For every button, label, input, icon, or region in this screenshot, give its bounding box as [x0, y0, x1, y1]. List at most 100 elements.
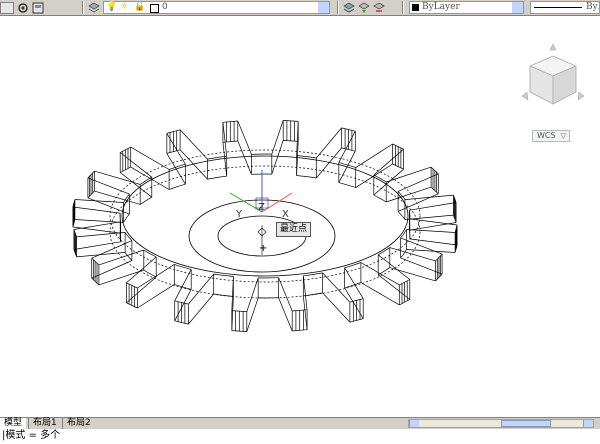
gear-edge — [397, 173, 439, 192]
gear-edge — [166, 133, 186, 165]
gear-edge — [409, 222, 457, 231]
layer-controls-group — [88, 0, 100, 15]
svg-text:+: + — [259, 243, 267, 254]
chevron-down-icon: ▽ — [560, 132, 566, 140]
gear-edge — [126, 254, 133, 261]
gear-edge — [355, 143, 393, 168]
tab-layout2[interactable]: 布局2 — [62, 418, 95, 429]
ucs-dropdown[interactable]: WCS ▽ — [532, 130, 570, 142]
gear-edge — [409, 218, 458, 226]
tab-model[interactable]: 模型 — [0, 418, 27, 429]
sun-icon[interactable]: ☼ — [120, 2, 128, 12]
linetype-dropdown[interactable]: ByL — [530, 1, 600, 14]
match-layer-icon[interactable] — [358, 2, 370, 14]
dropdown-arrow-icon[interactable] — [512, 2, 523, 13]
gear-edge — [278, 277, 293, 312]
gear-edge — [397, 191, 404, 198]
viewcube[interactable] — [520, 38, 586, 120]
ucs-label: WCS — [537, 131, 556, 140]
layout-tabs-bar: 模型 布局1 布局2 — [0, 417, 600, 429]
gear-edge — [72, 226, 121, 234]
gear-icon[interactable] — [17, 2, 29, 14]
gear-edge — [220, 175, 227, 178]
gear-edge — [168, 185, 180, 190]
gear-edge — [74, 219, 124, 223]
gear-edge — [360, 282, 400, 306]
layer-dropdown[interactable]: 💡 ☼ 🔓 0 — [103, 1, 330, 14]
gear-edge — [400, 234, 404, 239]
drawing-canvas[interactable]: Y Z X + WCS ▽ 最近点 — [0, 16, 600, 417]
gear-edge — [373, 194, 383, 200]
gear-edge — [402, 196, 406, 200]
gear-edge — [147, 272, 157, 278]
gear-edge — [222, 142, 228, 177]
scroll-right-icon[interactable] — [583, 420, 593, 427]
gear-edge — [222, 122, 228, 157]
horizontal-scrollbar[interactable] — [408, 419, 594, 428]
scroll-left-icon[interactable] — [409, 420, 419, 427]
toolbar-left-group — [0, 0, 44, 15]
viewcube-rotate-right-icon — [577, 91, 585, 101]
gear-edge — [316, 127, 342, 159]
gear-edge — [237, 120, 252, 155]
gear-edge — [302, 295, 308, 330]
color-swatch — [412, 4, 419, 11]
viewcube-arrow-icon — [549, 43, 557, 51]
viewcube-rotate-left-icon — [521, 91, 529, 101]
gear-edge — [406, 229, 456, 233]
gear-edge — [355, 163, 393, 188]
gear-edge — [271, 120, 284, 155]
gear-edge — [188, 273, 214, 305]
gear-edge — [271, 140, 284, 175]
gear-edge — [220, 155, 227, 158]
make-current-icon[interactable] — [343, 2, 355, 14]
ucs-icon: Y Z X — [229, 170, 293, 220]
gear-edge — [126, 213, 130, 218]
properties-toolbar: 💡 ☼ 🔓 0 ByLayer ByL — [0, 0, 600, 16]
ucs-x-label: X — [282, 209, 289, 220]
gear-edge — [246, 277, 259, 312]
lightbulb-icon[interactable]: 💡 — [106, 2, 117, 12]
gear-edge — [174, 284, 180, 287]
gear-model — [72, 120, 458, 332]
gear-edge — [382, 199, 387, 203]
gear-edge — [309, 156, 317, 159]
cursor-crosshair: + — [257, 225, 267, 255]
previous-layer-icon[interactable] — [373, 2, 385, 14]
layer-state-icon[interactable] — [32, 2, 44, 14]
gear-edge — [397, 211, 404, 218]
gear-edge — [302, 275, 308, 310]
command-line[interactable]: |模式 = 多个 — [0, 429, 600, 444]
gear-edge — [213, 273, 221, 276]
color-dropdown[interactable]: ByLayer — [409, 1, 524, 14]
gear-edge — [344, 267, 364, 299]
lock-icon[interactable]: 🔓 — [134, 2, 145, 12]
gear-edge — [344, 287, 364, 319]
gear-edge — [237, 140, 252, 175]
linetype-value: ByL — [586, 2, 599, 12]
button-edge-icon[interactable] — [0, 1, 14, 14]
gear-edge — [179, 163, 186, 167]
scroll-thumb[interactable] — [501, 420, 551, 427]
gear-edge — [316, 147, 342, 179]
gear-edge — [124, 252, 128, 256]
gear-edge — [119, 172, 153, 198]
tab-layout1[interactable]: 布局1 — [28, 418, 61, 429]
gear-edge — [309, 176, 317, 179]
gear-edge — [246, 297, 259, 332]
gear-edge — [296, 155, 310, 158]
gear-edge — [188, 293, 214, 325]
gear-edge — [174, 264, 180, 267]
gear-edge — [278, 297, 293, 332]
dropdown-arrow-icon[interactable] — [318, 2, 329, 13]
ucs-z-label: Z — [258, 202, 265, 213]
gear-edge — [303, 274, 310, 277]
gear-edge — [338, 182, 351, 187]
layer-tools-group — [343, 0, 385, 15]
gear-edge — [296, 175, 310, 178]
gear-edge — [350, 165, 356, 168]
osnap-tooltip: 最近点 — [276, 222, 312, 237]
layer-name-value: 0 — [162, 2, 168, 12]
gear-edge — [377, 254, 411, 280]
layer-properties-icon[interactable] — [88, 2, 100, 14]
